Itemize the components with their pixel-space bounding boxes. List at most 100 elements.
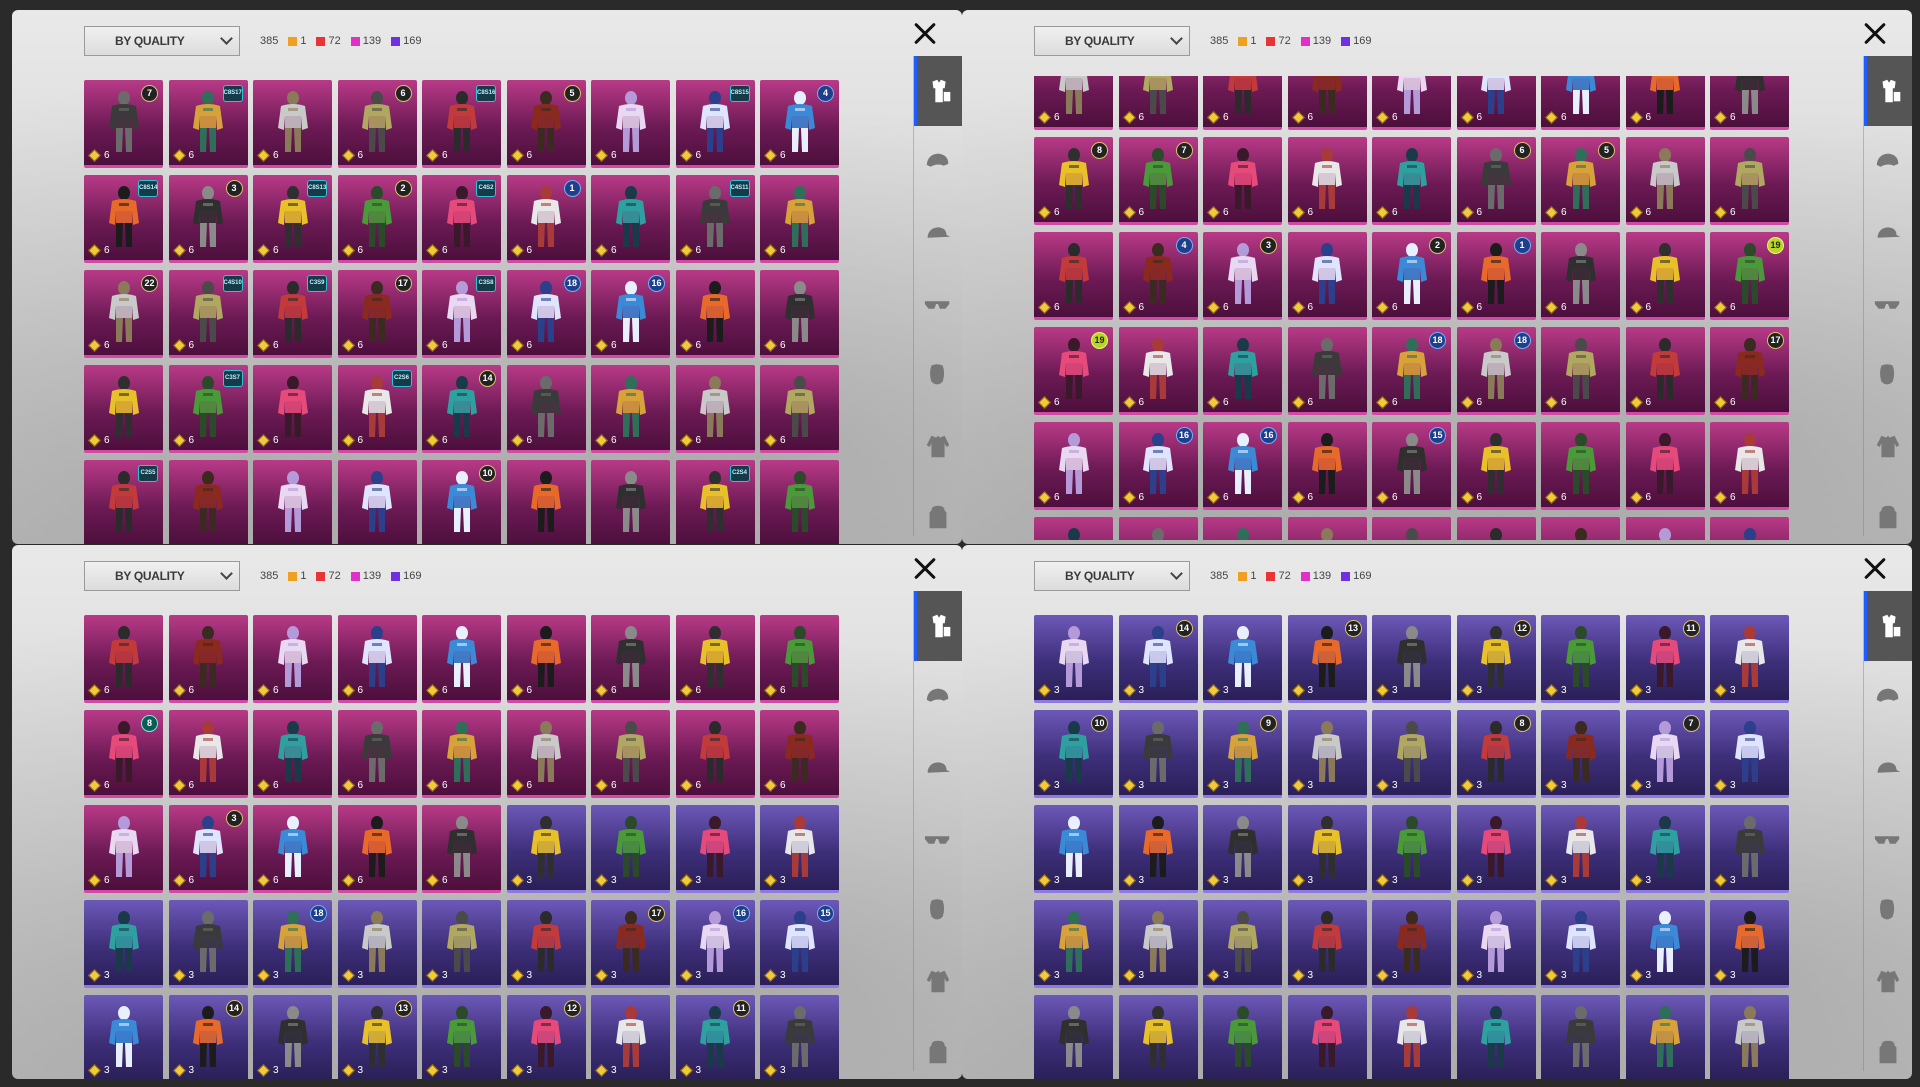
tab-cap[interactable] [1864, 733, 1912, 803]
outfit-item[interactable]: 6 [1625, 76, 1705, 130]
outfit-item[interactable] [1287, 517, 1367, 540]
outfit-item[interactable]: 6 [422, 710, 501, 798]
outfit-item[interactable] [1034, 517, 1113, 540]
outfit-item[interactable]: 19 6 [1034, 327, 1113, 415]
outfit-item[interactable]: 16 [506, 175, 586, 263]
outfit-item[interactable]: 6 [1118, 327, 1198, 415]
outfit-item[interactable]: C8S17 6 [168, 80, 248, 168]
outfit-item[interactable]: 3 [1203, 805, 1282, 893]
outfit-item[interactable]: 6 [1541, 422, 1620, 510]
outfit-item[interactable]: 6 [1541, 76, 1620, 130]
outfit-item[interactable]: 3 [1541, 710, 1620, 798]
close-icon[interactable] [910, 553, 940, 583]
outfit-item[interactable] [1118, 995, 1198, 1079]
outfit-item[interactable] [1034, 995, 1113, 1079]
outfit-item[interactable]: 14 3 [1118, 615, 1198, 703]
outfit-item[interactable] [1456, 517, 1536, 540]
outfit-item[interactable]: 6 [1710, 137, 1789, 225]
outfit-item[interactable]: C8S15 6 [675, 80, 755, 168]
outfit-item[interactable]: 3 [337, 900, 417, 988]
outfit-item[interactable]: 6 [1625, 137, 1705, 225]
outfit-item[interactable] [1203, 995, 1282, 1079]
outfit-item[interactable]: 6 [168, 615, 248, 703]
outfit-item[interactable]: 16 3 [675, 900, 755, 988]
outfit-item[interactable]: 6 [1372, 137, 1451, 225]
outfit-item[interactable]: C4S2 6 [422, 175, 501, 263]
outfit-item[interactable]: 6 [253, 365, 332, 453]
tab-outfit[interactable] [1864, 591, 1912, 661]
outfit-item[interactable]: 83 [1456, 710, 1536, 798]
outfit-item[interactable]: 3 [506, 900, 586, 988]
outfit-item[interactable]: 18 6 [1456, 327, 1536, 415]
outfit-item[interactable] [1541, 995, 1620, 1079]
tab-backpack[interactable] [1864, 1017, 1912, 1079]
outfit-item[interactable]: 66 [1456, 137, 1536, 225]
outfit-item[interactable]: 3 [84, 900, 163, 988]
tab-mask[interactable] [1864, 340, 1912, 410]
outfit-item[interactable]: 6 [760, 710, 839, 798]
outfit-item[interactable] [506, 460, 586, 544]
outfit-item[interactable]: 14 3 [168, 995, 248, 1079]
outfit-item[interactable]: 3 [1710, 615, 1789, 703]
outfit-item[interactable] [1372, 517, 1451, 540]
outfit-item[interactable]: 6 [253, 805, 332, 893]
outfit-item[interactable]: C3S9 6 [253, 270, 332, 358]
tab-helmet[interactable] [1864, 662, 1912, 732]
outfit-item[interactable]: 6 [337, 615, 417, 703]
outfit-item[interactable]: 6 [1287, 327, 1367, 415]
outfit-item[interactable] [591, 460, 670, 544]
outfit-item[interactable]: 6 [253, 80, 332, 168]
outfit-item[interactable]: 36 [168, 805, 248, 893]
outfit-item[interactable]: 6 [760, 270, 839, 358]
outfit-item[interactable]: 3 [1541, 900, 1620, 988]
outfit-item[interactable]: 19 6 [1710, 232, 1789, 320]
outfit-item[interactable]: 93 [1203, 710, 1282, 798]
sort-dropdown[interactable]: BY QUALITY [1034, 26, 1190, 56]
outfit-item[interactable]: 10 [422, 460, 501, 544]
tab-cap[interactable] [914, 733, 962, 803]
tab-cap[interactable] [914, 198, 962, 268]
outfit-item[interactable]: 3 [1710, 710, 1789, 798]
outfit-item[interactable]: 3 [1034, 805, 1113, 893]
outfit-item[interactable]: 15 6 [1372, 422, 1451, 510]
outfit-item[interactable] [760, 460, 839, 544]
outfit-item[interactable] [1710, 995, 1789, 1079]
tab-helmet[interactable] [914, 662, 962, 732]
tab-cap[interactable] [1864, 198, 1912, 268]
outfit-item[interactable]: C2S5 [84, 460, 163, 544]
tab-outfit[interactable] [1864, 56, 1912, 126]
outfit-item[interactable]: 6 [591, 710, 670, 798]
tab-glasses[interactable] [914, 804, 962, 874]
outfit-item[interactable]: 6 [337, 710, 417, 798]
outfit-item[interactable]: 6 [253, 710, 332, 798]
outfit-item[interactable]: 3 [1034, 900, 1113, 988]
tab-helmet[interactable] [1864, 127, 1912, 197]
outfit-item[interactable]: 3 [1372, 710, 1451, 798]
outfit-item[interactable]: 6 [1203, 137, 1282, 225]
outfit-item[interactable]: 3 [1541, 805, 1620, 893]
outfit-item[interactable] [168, 460, 248, 544]
sort-dropdown[interactable]: BY QUALITY [84, 561, 240, 591]
outfit-item[interactable]: 73 [1625, 710, 1705, 798]
outfit-item[interactable]: 56 [506, 80, 586, 168]
outfit-item[interactable] [1118, 517, 1198, 540]
outfit-item[interactable]: 6 [337, 805, 417, 893]
tab-mask[interactable] [1864, 875, 1912, 945]
outfit-item[interactable]: 6 [1625, 327, 1705, 415]
outfit-item[interactable]: 86 [84, 710, 163, 798]
outfit-item[interactable]: 3 [1372, 900, 1451, 988]
outfit-item[interactable]: 6 [1625, 422, 1705, 510]
sort-dropdown[interactable]: BY QUALITY [1034, 561, 1190, 591]
tab-mask[interactable] [914, 340, 962, 410]
outfit-item[interactable]: 22 6 [84, 270, 163, 358]
outfit-item[interactable]: 6 [84, 615, 163, 703]
outfit-item[interactable]: 6 [1287, 76, 1367, 130]
outfit-item[interactable]: 3 [422, 900, 501, 988]
outfit-item[interactable]: 13 3 [337, 995, 417, 1079]
outfit-item[interactable]: 6 [506, 615, 586, 703]
outfit-item[interactable]: 6 [1287, 137, 1367, 225]
outfit-item[interactable]: 15 3 [760, 900, 839, 988]
tab-backpack[interactable] [914, 482, 962, 544]
outfit-item[interactable]: 6 [760, 175, 839, 263]
sort-dropdown[interactable]: BY QUALITY [84, 26, 240, 56]
